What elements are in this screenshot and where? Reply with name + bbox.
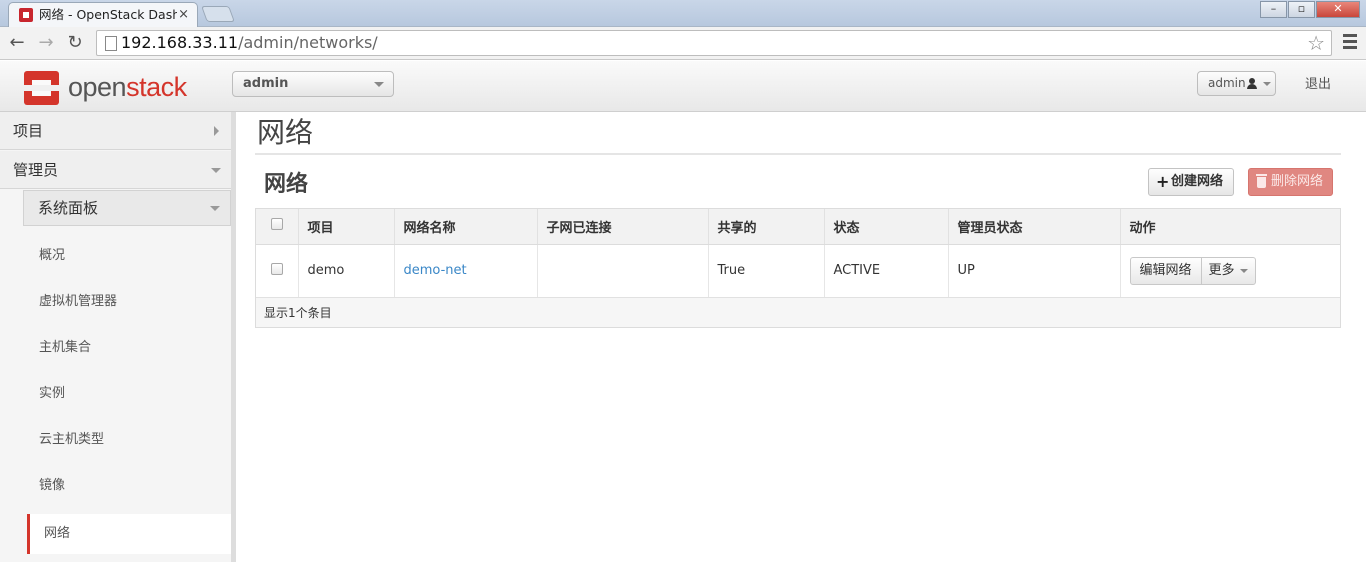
select-all-cell	[256, 209, 299, 245]
project-switcher-label: admin	[243, 76, 289, 91]
row-checkbox[interactable]	[271, 262, 283, 275]
address-bar-row: ← → ↻ 192.168.33.11/admin/networks/ ☆	[0, 27, 1366, 60]
sidebar-item-label: 项目	[13, 122, 44, 140]
delete-networks-label: 删除网络	[1271, 174, 1324, 189]
browser-tab-strip: 网络 - OpenStack Dashb × – ▫ ✕	[0, 0, 1366, 27]
title-divider	[255, 153, 1341, 155]
row-action-group: 编辑网络 更多	[1129, 256, 1256, 285]
edit-network-button[interactable]: 编辑网络	[1131, 257, 1202, 284]
sidebar-item-host-aggregates[interactable]: 主机集合	[23, 328, 231, 368]
column-header-admin-state[interactable]: 管理员状态	[948, 209, 1121, 245]
cell-project: demo	[298, 244, 395, 297]
back-arrow-icon[interactable]: ←	[6, 32, 28, 54]
sidebar-item-label: 管理员	[13, 161, 59, 179]
trash-icon	[1256, 174, 1267, 188]
column-header-subnets[interactable]: 子网已连接	[537, 209, 709, 245]
row-select-cell	[256, 244, 299, 297]
sidebar-scrollbar[interactable]	[231, 112, 236, 562]
close-window-button[interactable]: ✕	[1316, 1, 1360, 18]
more-actions-label: 更多	[1208, 262, 1235, 278]
logo-wordmark: openstack	[68, 72, 187, 103]
column-header-actions: 动作	[1120, 209, 1340, 245]
table-row: demo demo-net True ACTIVE UP 编辑网络 更多	[256, 244, 1340, 297]
chevron-down-icon	[1263, 82, 1271, 86]
sidebar-panel-system[interactable]: 系统面板	[23, 190, 231, 226]
openstack-favicon-icon	[19, 8, 33, 22]
cell-network-name: demo-net	[394, 244, 538, 297]
cell-shared: True	[708, 244, 825, 297]
new-tab-button[interactable]	[201, 6, 235, 22]
logo-stack-text: stack	[126, 72, 187, 102]
cell-admin-state: UP	[948, 244, 1121, 297]
bookmark-star-icon[interactable]: ☆	[1307, 31, 1325, 55]
reload-icon[interactable]: ↻	[64, 32, 86, 54]
sidebar-item-hypervisors[interactable]: 虚拟机管理器	[23, 282, 231, 322]
tab-title: 网络 - OpenStack Dashb	[39, 7, 177, 22]
column-header-shared[interactable]: 共享的	[708, 209, 825, 245]
page-title: 网络	[257, 116, 314, 149]
user-menu-label: admin	[1208, 76, 1246, 90]
project-switcher[interactable]: admin	[232, 71, 394, 97]
sidebar: 项目 管理员 系统面板 概况 虚拟机管理器 主机集合 实例 云主机类型 镜像 网…	[0, 112, 236, 562]
url-path: /admin/networks/	[238, 33, 378, 52]
tab-close-icon[interactable]: ×	[178, 4, 189, 26]
sidebar-item-flavors[interactable]: 云主机类型	[23, 420, 231, 460]
user-icon	[1247, 78, 1257, 89]
browser-tab[interactable]: 网络 - OpenStack Dashb ×	[8, 2, 198, 27]
network-name-link[interactable]: demo-net	[404, 263, 467, 278]
delete-networks-button[interactable]: 删除网络	[1248, 168, 1333, 196]
sidebar-item-networks[interactable]: 网络	[27, 514, 236, 554]
cell-subnets	[537, 244, 709, 297]
url-text: 192.168.33.11/admin/networks/	[121, 33, 378, 53]
column-header-status[interactable]: 状态	[824, 209, 949, 245]
page-icon	[105, 36, 117, 51]
table-header-row: 项目 网络名称 子网已连接 共享的 状态 管理员状态 动作	[256, 209, 1340, 245]
url-host: 192.168.33.11	[121, 33, 239, 52]
create-network-label: 创建网络	[1171, 174, 1224, 189]
sidebar-item-instances[interactable]: 实例	[23, 374, 231, 414]
column-header-project[interactable]: 项目	[298, 209, 395, 245]
chevron-down-icon	[374, 82, 384, 87]
table-title: 网络	[264, 172, 309, 197]
sidebar-item-overview[interactable]: 概况	[23, 236, 231, 276]
openstack-logo-icon	[24, 71, 59, 105]
maximize-button[interactable]: ▫	[1288, 1, 1315, 18]
select-all-checkbox[interactable]	[271, 218, 283, 231]
url-input[interactable]: 192.168.33.11/admin/networks/ ☆	[96, 30, 1332, 56]
logout-link[interactable]: 退出	[1305, 73, 1331, 92]
forward-arrow-icon[interactable]: →	[35, 32, 57, 54]
user-menu[interactable]: admin	[1197, 71, 1276, 96]
sidebar-item-project[interactable]: 项目	[0, 112, 231, 150]
column-header-network-name[interactable]: 网络名称	[394, 209, 538, 245]
cell-actions: 编辑网络 更多	[1120, 244, 1340, 297]
sidebar-item-admin[interactable]: 管理员	[0, 151, 231, 189]
chevron-right-icon	[214, 126, 219, 136]
cell-status: ACTIVE	[824, 244, 949, 297]
dashboard-header: openstack admin admin 退出	[0, 61, 1366, 112]
plus-icon: +	[1156, 172, 1170, 191]
minimize-button[interactable]: –	[1260, 1, 1287, 18]
chevron-down-icon	[210, 206, 220, 211]
sidebar-panel-label: 系统面板	[38, 199, 99, 217]
table-footer-count: 显示1个条目	[256, 297, 1340, 327]
more-actions-dropdown[interactable]: 更多	[1202, 258, 1255, 284]
logo-open-text: open	[68, 72, 127, 102]
chevron-down-icon	[211, 168, 221, 173]
browser-menu-icon[interactable]	[1343, 34, 1357, 52]
chevron-down-icon	[1239, 268, 1248, 273]
networks-table: 项目 网络名称 子网已连接 共享的 状态 管理员状态 动作 demo demo-…	[255, 208, 1341, 328]
sidebar-item-images[interactable]: 镜像	[23, 466, 231, 506]
create-network-button[interactable]: + 创建网络	[1148, 168, 1234, 196]
